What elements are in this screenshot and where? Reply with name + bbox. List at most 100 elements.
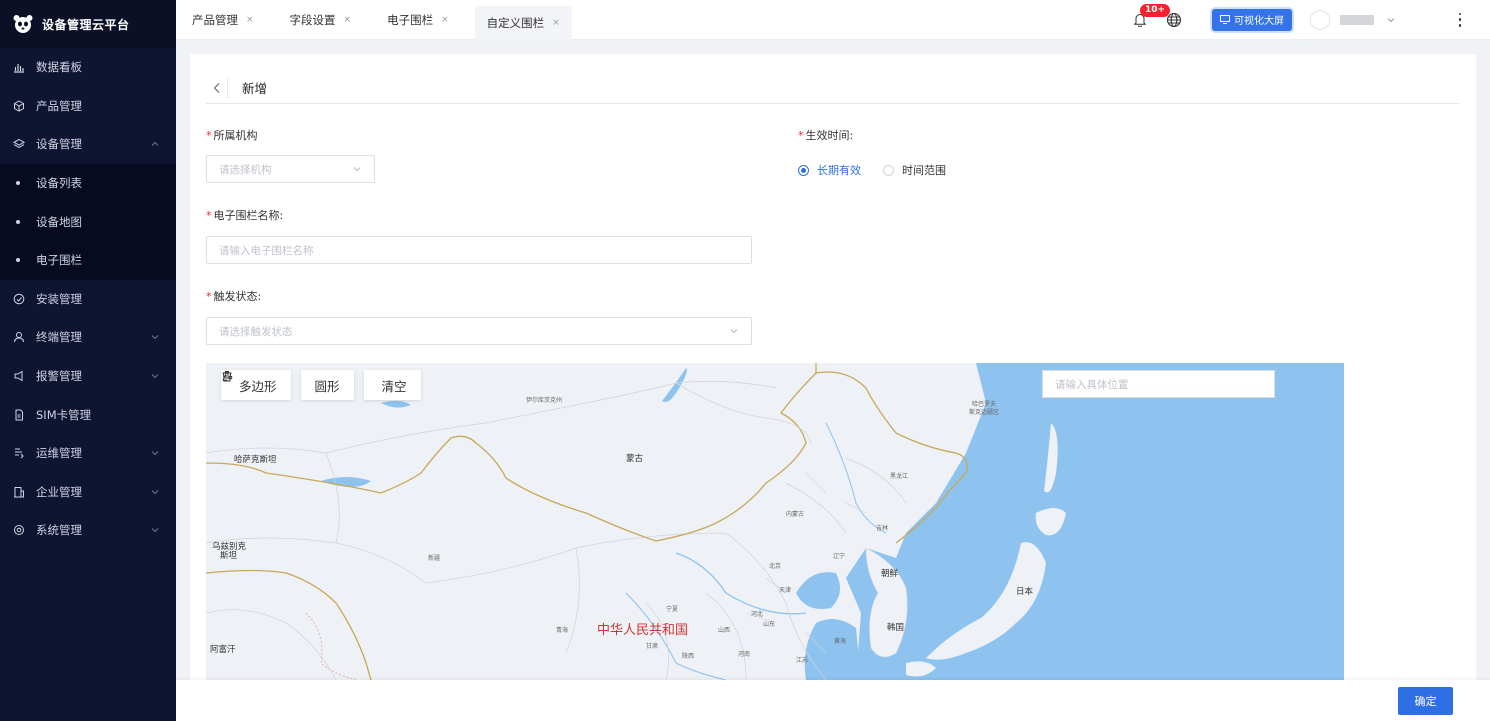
- bar-chart-icon: [12, 60, 26, 74]
- form-card: 新增 * 所属机构 请选择机构 * 生效时间: 长期有效 时间范围 * 电子围栏名称:…: [190, 54, 1476, 680]
- sim-card-icon: [12, 408, 26, 422]
- sidebar-item-sim[interactable]: SIM卡管理: [0, 395, 176, 434]
- brand: 设备管理云平台: [0, 0, 176, 48]
- map-drawing-toolbar: 多边形 圆形 清空: [221, 370, 431, 400]
- alarm-icon: [12, 369, 26, 383]
- map-canvas[interactable]: 多边形 圆形 清空 请输入具体位置 哈萨克斯坦 蒙古 乌兹别克 斯坦 阿富汗 中…: [206, 363, 1344, 680]
- chevron-down-icon: [151, 528, 159, 533]
- map-label-shaanxi: 陕西: [682, 653, 695, 660]
- tab-product-management[interactable]: 产品管理 ×: [182, 0, 264, 40]
- close-icon[interactable]: ×: [344, 15, 352, 25]
- sidebar-item-device-list[interactable]: 设备列表: [0, 163, 176, 203]
- close-icon[interactable]: ×: [441, 15, 449, 25]
- sidebar-item-products[interactable]: 产品管理: [0, 87, 176, 126]
- map-label-xinjiang: 新疆: [428, 555, 441, 562]
- chevron-down-icon: [730, 329, 738, 334]
- notification-button[interactable]: 10+: [1128, 3, 1171, 32]
- org-select[interactable]: 请选择机构: [206, 155, 375, 183]
- map-label-qinghai: 青海: [556, 627, 569, 634]
- notification-badge: 10+: [1140, 3, 1171, 17]
- bullet-dot: [16, 258, 20, 263]
- map-label-inner-mongolia: 内蒙古: [786, 511, 805, 518]
- radio-long-term[interactable]: 长期有效: [798, 162, 861, 178]
- map-label-ningxia: 宁夏: [666, 606, 679, 613]
- map-label-china: 中华人民共和国: [597, 623, 689, 638]
- map-label-heilongjiang: 黑龙江: [890, 473, 909, 480]
- sidebar-item-geofence[interactable]: 电子围栏: [0, 240, 176, 280]
- org-label: * 所属机构: [206, 129, 258, 142]
- map-label-khabarovsk-2: 斯克边疆区: [969, 409, 1000, 416]
- bullet-dot: [16, 219, 20, 224]
- radio-circle: [798, 164, 809, 176]
- chevron-down-icon: [151, 374, 159, 379]
- map-label-yellow-sea: 黄海: [834, 638, 847, 645]
- brand-title: 设备管理云平台: [42, 17, 130, 32]
- location-search-input[interactable]: 请输入具体位置: [1042, 370, 1275, 398]
- map-label-japan: 日本: [1016, 587, 1034, 597]
- header-actions: 10+ 可视化大屏: [1128, 0, 1490, 40]
- sidebar-item-terminals[interactable]: 终端管理: [0, 318, 176, 357]
- close-icon[interactable]: ×: [246, 15, 254, 25]
- username-redacted[interactable]: [1340, 14, 1374, 25]
- map-label-uzbekistan-2: 斯坦: [220, 551, 238, 561]
- map-label-tianjin: 天津: [779, 587, 792, 594]
- page-title: 新增: [242, 81, 268, 96]
- map-label-irkutsk: 伊尔库茨克州: [526, 397, 563, 404]
- sidebar-item-device-map[interactable]: 设备地图: [0, 202, 176, 241]
- sidebar-item-dashboard[interactable]: 数据看板: [0, 48, 176, 87]
- avatar[interactable]: [1310, 9, 1330, 30]
- layers-icon: [12, 137, 26, 151]
- bullet-dot: [16, 181, 20, 186]
- sidebar-item-alarms[interactable]: 报警管理: [0, 357, 176, 396]
- tools-icon: [12, 446, 26, 460]
- trigger-select[interactable]: 请选择触发状态: [206, 317, 752, 345]
- chevron-down-icon[interactable]: [1386, 15, 1396, 25]
- draw-circle-button[interactable]: 圆形: [300, 370, 354, 400]
- page-header: 新增: [206, 72, 1460, 104]
- back-button[interactable]: [206, 76, 228, 99]
- map-label-henan: 河南: [738, 651, 751, 658]
- user-icon: [12, 330, 26, 344]
- map-label-jiangsu: 江苏: [796, 657, 809, 664]
- tab-field-settings[interactable]: 字段设置 ×: [280, 0, 362, 40]
- trigger-label: * 触发状态:: [206, 290, 262, 303]
- chevron-left-icon: [213, 82, 219, 93]
- clear-drawing-button[interactable]: 清空: [222, 370, 421, 400]
- tab-bar: 产品管理 × 字段设置 × 电子围栏 × 自定义围栏 ×: [176, 0, 588, 40]
- map-label-kazakhstan: 哈萨克斯坦: [234, 455, 277, 465]
- chevron-down-icon: [353, 167, 361, 172]
- chevron-down-icon: [151, 335, 159, 340]
- map-background: [206, 363, 1344, 680]
- tab-custom-fence[interactable]: 自定义围栏 ×: [474, 5, 572, 40]
- settings-icon: [12, 523, 26, 537]
- chevron-down-icon: [151, 451, 159, 456]
- map-label-north-korea: 朝鲜: [881, 569, 899, 579]
- monitor-icon: [1220, 15, 1230, 24]
- cube-icon: [12, 99, 26, 113]
- close-icon[interactable]: ×: [552, 18, 560, 28]
- fence-name-input[interactable]: 请输入电子围栏名称: [206, 236, 752, 264]
- sidebar-item-enterprise[interactable]: 企业管理: [0, 473, 176, 512]
- effective-time-label: * 生效时间:: [798, 129, 854, 142]
- sidebar-item-system[interactable]: 系统管理: [0, 511, 176, 550]
- map-label-shanxi: 山西: [718, 627, 731, 634]
- map-label-afghanistan: 阿富汗: [210, 645, 236, 655]
- panda-logo-icon: [13, 15, 33, 33]
- top-bar: 产品管理 × 字段设置 × 电子围栏 × 自定义围栏 × 10+ 可视化大屏: [176, 0, 1490, 40]
- bigscreen-button[interactable]: 可视化大屏: [1212, 8, 1292, 31]
- more-menu-icon[interactable]: [1454, 12, 1466, 28]
- map-label-mongolia: 蒙古: [626, 454, 644, 464]
- building-icon: [12, 485, 26, 499]
- sidebar-item-operations[interactable]: 运维管理: [0, 434, 176, 473]
- radio-time-range[interactable]: 时间范围: [883, 162, 946, 178]
- fence-name-label: * 电子围栏名称:: [206, 209, 284, 222]
- map-label-south-korea: 韩国: [887, 623, 905, 633]
- sidebar-item-devices[interactable]: 设备管理: [0, 125, 176, 164]
- radio-circle: [883, 164, 894, 176]
- effective-time-radio-group: 长期有效 时间范围: [798, 162, 968, 178]
- sidebar-item-installation[interactable]: 安装管理: [0, 280, 176, 319]
- map-label-beijing: 北京: [769, 563, 782, 570]
- confirm-button[interactable]: 确定: [1398, 687, 1453, 715]
- sidebar: 设备管理云平台 数据看板 产品管理 设备管理 设备列表 设备地图 电子围栏 安装…: [0, 0, 176, 721]
- tab-geofence[interactable]: 电子围栏 ×: [377, 0, 459, 40]
